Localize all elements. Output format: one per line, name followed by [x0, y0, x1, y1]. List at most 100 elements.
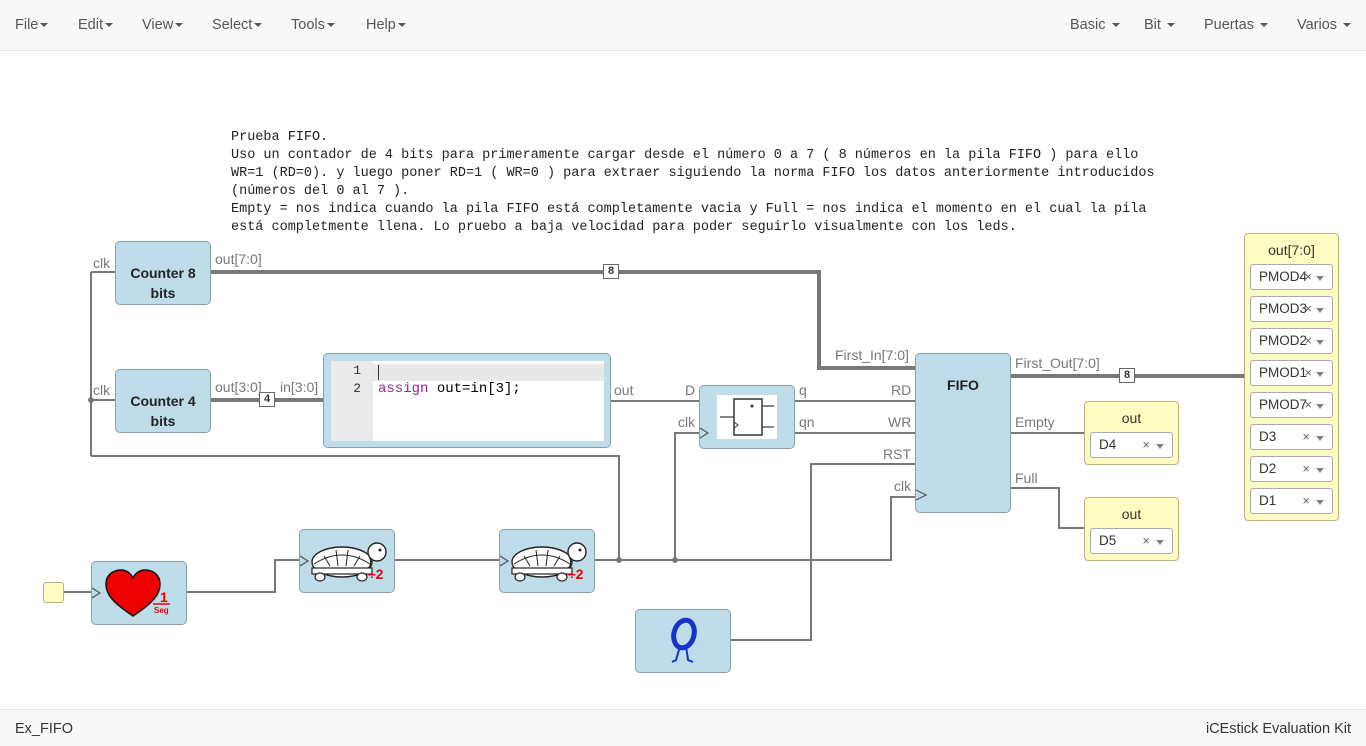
fifo-first-out-port: First_Out[7:0]	[1015, 355, 1100, 371]
code-editor[interactable]: 1 2 assign out=in[3];	[331, 361, 604, 441]
code-line-2: assign out=in[3];	[378, 381, 521, 397]
divider-block-2[interactable]: ÷2	[499, 529, 595, 593]
fifo-rst-port: RST	[883, 446, 911, 462]
wire-clk-ff	[674, 432, 699, 560]
output-full-block[interactable]: out D5 ×	[1084, 497, 1179, 561]
clear-icon[interactable]: ×	[1304, 301, 1312, 316]
wire-junction	[616, 557, 622, 563]
pin-select-value: D2	[1259, 461, 1277, 476]
pin-select[interactable]: D5 ×	[1090, 528, 1173, 554]
code-keyword: assign	[378, 381, 429, 397]
fifo-first-in-port: First_In[7:0]	[835, 347, 909, 363]
clear-icon[interactable]: ×	[1302, 461, 1310, 476]
pin-select-value: PMOD2	[1259, 333, 1308, 348]
wire-heart-div1	[186, 559, 300, 593]
divider-label: ÷2	[368, 566, 384, 582]
chevron-down-icon[interactable]	[1316, 372, 1324, 377]
pin-select-value: D3	[1259, 429, 1277, 444]
fifo-block[interactable]: FIFO	[915, 353, 1011, 513]
code-statement: out=in[3];	[428, 381, 521, 397]
chevron-down-icon[interactable]	[1316, 500, 1324, 505]
counter4-out-port: out[3:0]	[215, 379, 262, 395]
wire-rst	[731, 463, 915, 641]
pin-select[interactable]: PMOD4 ×	[1250, 264, 1333, 290]
fifo-clk-port: clk	[894, 478, 912, 494]
output-title: out[7:0]	[1268, 242, 1315, 258]
counter8-out-port: out[7:0]	[215, 251, 262, 267]
pin-select[interactable]: D3 ×	[1250, 424, 1333, 450]
wire-clk-fifo	[595, 496, 915, 561]
pin-select[interactable]: PMOD1 ×	[1250, 360, 1333, 386]
pin-select-value: PMOD4	[1259, 269, 1308, 284]
pin-select-value: PMOD3	[1259, 301, 1308, 316]
ff-q-port: q	[799, 382, 807, 398]
counter4-label-1: Counter 4	[130, 393, 196, 409]
counter8-label-2: bits	[150, 285, 176, 301]
counter4-label-2: bits	[150, 413, 176, 429]
counter4-block[interactable]: Counter 4 bits	[115, 369, 211, 433]
output-bus-block[interactable]: out[7:0] PMOD4 × PMOD3 × PMOD2 × PMOD1 × PMO…	[1244, 233, 1339, 521]
chevron-down-icon[interactable]	[1316, 404, 1324, 409]
clear-icon[interactable]: ×	[1142, 533, 1150, 548]
bus-width-badge: 4	[259, 392, 275, 407]
pin-select-value: D4	[1099, 437, 1117, 452]
chevron-down-icon[interactable]	[1316, 468, 1324, 473]
clear-icon[interactable]: ×	[1302, 429, 1310, 444]
fifo-full-port: Full	[1015, 470, 1038, 486]
wire-junction	[672, 557, 678, 563]
clear-icon[interactable]: ×	[1142, 437, 1150, 452]
counter8-block[interactable]: Counter 8 bits	[115, 241, 211, 305]
code-out-port: out	[614, 382, 634, 398]
bus-width-badge: 8	[1119, 368, 1135, 383]
clear-icon[interactable]: ×	[1304, 397, 1312, 412]
line-gutter: 1 2	[331, 361, 373, 441]
divider-block-1[interactable]: ÷2	[299, 529, 395, 593]
chevron-down-icon[interactable]	[1316, 436, 1324, 441]
footer-bar: Ex_FIFO iCEstick Evaluation Kit	[0, 709, 1366, 746]
clear-icon[interactable]: ×	[1302, 493, 1310, 508]
pin-select-value: D5	[1099, 533, 1117, 548]
flipflop-block[interactable]	[699, 385, 795, 449]
chevron-down-icon[interactable]	[1156, 444, 1164, 449]
code-in-port: in[3:0]	[280, 379, 319, 395]
ff-qn-port: qn	[799, 414, 815, 430]
turtle-icon: ÷2	[300, 542, 387, 582]
init-block[interactable]	[635, 609, 731, 673]
output-empty-block[interactable]: out D4 ×	[1084, 401, 1179, 465]
wire-full-out	[1011, 487, 1084, 529]
pin-select[interactable]: D4 ×	[1090, 432, 1173, 458]
chevron-down-icon[interactable]	[1156, 540, 1164, 545]
pin-select[interactable]: PMOD7 ×	[1250, 392, 1333, 418]
bus-width-badge: 8	[603, 264, 619, 279]
project-name: Ex_FIFO	[15, 721, 74, 737]
chevron-down-icon[interactable]	[1316, 276, 1324, 281]
counter4-clk-port: clk	[93, 382, 111, 398]
chevron-down-icon[interactable]	[1316, 308, 1324, 313]
output-title: out	[1121, 506, 1142, 522]
line-number: 1	[353, 363, 361, 378]
heartbeat-block[interactable]: 1 Seg	[91, 561, 187, 625]
clear-icon[interactable]: ×	[1304, 269, 1312, 284]
pin-select-value: D1	[1259, 493, 1277, 508]
ff-clk-port: clk	[678, 414, 696, 430]
heart-label-den: Seg	[154, 606, 169, 615]
divider-label: ÷2	[568, 566, 584, 582]
clear-icon[interactable]: ×	[1304, 365, 1312, 380]
ring-icon	[671, 617, 697, 663]
pin-select[interactable]: D2 ×	[1250, 456, 1333, 482]
ff-d-port: D	[685, 382, 696, 398]
pin-select[interactable]: PMOD3 ×	[1250, 296, 1333, 322]
board-name[interactable]: iCEstick Evaluation Kit	[1206, 721, 1351, 737]
text-cursor	[378, 365, 379, 380]
code-block[interactable]: 1 2 assign out=in[3];	[323, 353, 611, 448]
clear-icon[interactable]: ×	[1304, 333, 1312, 348]
input-pin[interactable]	[43, 582, 64, 603]
fifo-wr-port: WR	[888, 414, 912, 430]
pin-select-value: PMOD7	[1259, 397, 1308, 412]
pin-select[interactable]: D1 ×	[1250, 488, 1333, 514]
comment-block[interactable]: Prueba FIFO. Uso un contador de 4 bits p…	[231, 129, 1191, 237]
heart-label-num: 1	[160, 589, 168, 605]
pin-select[interactable]: PMOD2 ×	[1250, 328, 1333, 354]
chevron-down-icon[interactable]	[1316, 340, 1324, 345]
clock-edge-icon	[916, 489, 928, 501]
